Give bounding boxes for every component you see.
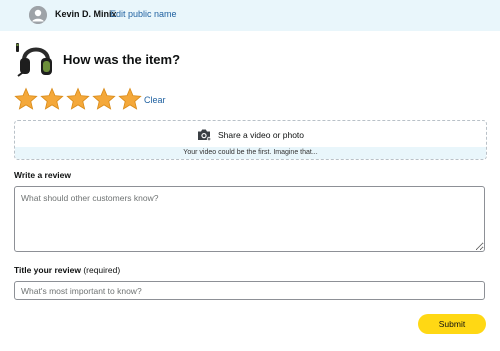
star-4-icon[interactable] xyxy=(92,87,116,111)
title-label: Title your review xyxy=(14,265,81,275)
title-label-group: Title your review (required) xyxy=(14,265,120,275)
product-question: How was the item? xyxy=(63,52,181,67)
review-textarea[interactable] xyxy=(14,186,485,252)
star-5-icon[interactable] xyxy=(118,87,142,111)
edit-public-name-link[interactable]: Edit public name xyxy=(110,9,177,19)
user-icon xyxy=(29,6,47,24)
star-3-icon[interactable] xyxy=(66,87,90,111)
user-header: Kevin D. Minix Edit public name xyxy=(0,0,500,31)
review-page: Kevin D. Minix Edit public name How was … xyxy=(0,0,500,351)
user-name: Kevin D. Minix xyxy=(55,9,117,19)
share-media-box[interactable]: Share a video or photo Your video could … xyxy=(14,120,487,160)
camera-icon xyxy=(197,128,212,142)
required-note: (required) xyxy=(83,265,121,275)
media-hint: Your video could be the first. Imagine t… xyxy=(15,147,486,159)
star-2-icon[interactable] xyxy=(40,87,64,111)
share-media-label: Share a video or photo xyxy=(218,130,305,140)
review-label: Write a review xyxy=(14,170,72,180)
clear-rating-link[interactable]: Clear xyxy=(144,95,166,105)
star-1-icon[interactable] xyxy=(14,87,38,111)
submit-button[interactable]: Submit xyxy=(418,314,486,334)
share-media-button[interactable]: Share a video or photo xyxy=(15,121,486,147)
avatar xyxy=(29,6,47,24)
headset-image xyxy=(14,40,56,80)
title-input[interactable] xyxy=(14,281,485,300)
